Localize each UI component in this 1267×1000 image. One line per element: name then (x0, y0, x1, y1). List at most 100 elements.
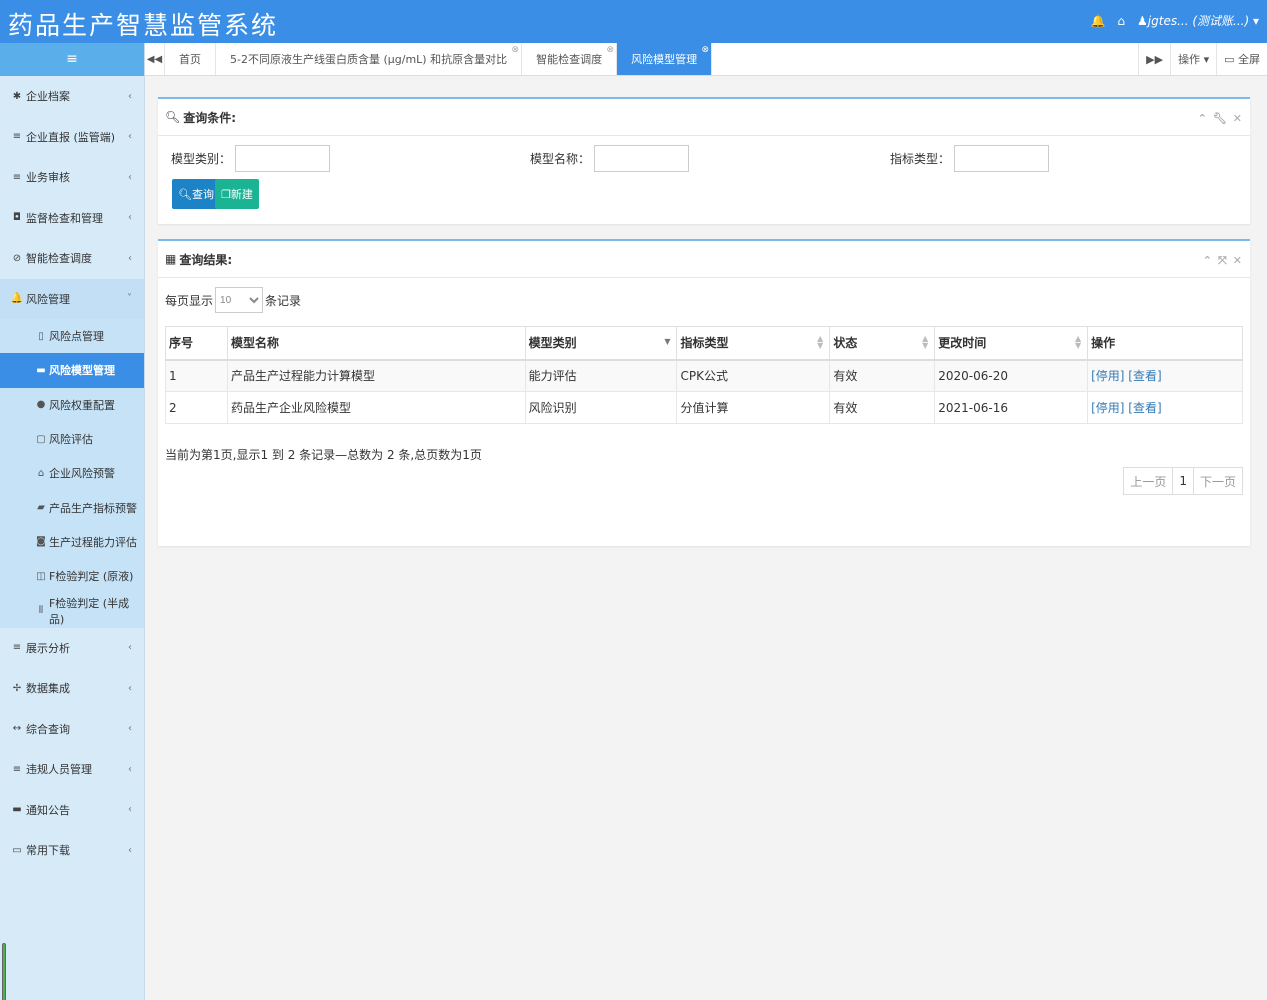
sidebar-subitem-process-capability[interactable]: ◙ 生产过程能力评估 (0, 525, 144, 559)
new-button[interactable]: ❐ 新建 (215, 179, 259, 209)
close-icon[interactable]: ⊗ (512, 45, 520, 55)
col-header-label: 状态 (833, 336, 858, 351)
caret-down-icon: ▾ (1252, 14, 1259, 28)
col-header-indicator[interactable]: 指标类型 ▲ ▼ (676, 326, 831, 361)
col-header-label: 更改时间 (938, 336, 987, 351)
col-header-status[interactable]: 状态 ▲ ▼ (829, 326, 936, 361)
col-header-time[interactable]: 更改时间 ▲ ▼ (934, 326, 1089, 361)
user-name: jgtes... (测试账...) (1147, 14, 1250, 28)
tab-ops-dropdown[interactable]: 操作 ▾ (1170, 43, 1216, 75)
cell-name: 药品生产企业风险模型 (226, 391, 526, 424)
sidebar-subitem-f-test-semi[interactable]: ⦀ F检验判定 (半成品) (0, 593, 144, 627)
sidebar-item-direct-report[interactable]: ≡ 企业直报 (监管端) ‹ (0, 117, 144, 158)
tab-smart-dispatch[interactable]: 智能检查调度 ⊗ (522, 43, 618, 75)
page-number-button[interactable]: 1 (1173, 468, 1194, 494)
chevron-left-icon: ‹ (128, 682, 132, 694)
fullscreen-button[interactable]: ▭ 全屏 (1216, 43, 1267, 75)
cell-indicator: 分值计算 (676, 391, 831, 424)
camera-icon: ◙ (36, 536, 46, 548)
sidebar-item-enterprise-archive[interactable]: ✱ 企业档案 ‹ (0, 76, 144, 117)
sidebar-subitem-label: 风险模型管理 (49, 364, 115, 378)
calendar-icon: ▢ (36, 433, 46, 445)
col-header-label: 操作 (1091, 336, 1116, 351)
query-panel-header: 🔍︎ 查询条件: ⌃ 🔧︎ ✕ (158, 99, 1250, 136)
chevron-left-icon: ‹ (128, 171, 132, 183)
search-button[interactable]: 🔍︎ 查询 (172, 179, 220, 209)
tab-risk-model[interactable]: 风险模型管理 ⊗ (617, 43, 713, 75)
sidebar-subitem-risk-weight[interactable]: ● 风险权重配置 (0, 388, 144, 422)
monitor-icon: ▭ (1224, 52, 1235, 66)
sidebar-item-label: 违规人员管理 (26, 763, 92, 777)
sidebar-subitem-product-warning[interactable]: ▰ 产品生产指标预警 (0, 490, 144, 524)
close-icon[interactable]: ⊗ (607, 45, 615, 55)
sidebar-subitem-f-test-stock[interactable]: ◫ F检验判定 (原液) (0, 559, 144, 593)
sidebar-item-violators[interactable]: ≡ 违规人员管理 ‹ (0, 749, 144, 790)
sidebar-item-analysis[interactable]: ≡ 展示分析 ‹ (0, 628, 144, 669)
collapse-icon[interactable]: ⌃ (1203, 254, 1212, 268)
chevron-left-icon: ‹ (128, 642, 132, 654)
tab-label: 智能检查调度 (536, 53, 603, 66)
list-icon: ≡ (12, 642, 22, 654)
sidebar-item-business-review[interactable]: ≡ 业务审核 ‹ (0, 157, 144, 198)
chevron-left-icon: ‹ (128, 212, 132, 224)
cell-ops: [停用] [查看] (1087, 359, 1243, 392)
sidebar-subitem-label: F检验判定 (原液) (49, 570, 134, 584)
header-actions: 🔔 ⌂ ♟jgtes... (测试账...) ▾ (1090, 12, 1259, 29)
sidebar-subitem-label: F检验判定 (半成品) (48, 596, 130, 626)
field-model-category: 模型类别： (171, 145, 331, 172)
home-icon[interactable]: ⌂ (1117, 14, 1125, 28)
tab-scroll-left-button[interactable]: ◀◀ (145, 43, 165, 75)
tab-home[interactable]: 首页 (165, 43, 216, 75)
sidebar-subitem-enterprise-warning[interactable]: ⌂ 企业风险预警 (0, 456, 144, 490)
model-name-input[interactable] (594, 145, 690, 172)
view-link[interactable]: [查看] (1128, 401, 1161, 415)
asterisk-icon: ✱ (12, 90, 22, 102)
tab-chart-compare[interactable]: 5-2不同原液生产线蛋白质含量 (μg/mL) 和抗原含量对比 ⊗ (216, 43, 523, 75)
result-panel: ▦ 查询结果: ⌃ ⤧ ✕ 每页显示 10 条记录 序号 模型名称 模型类别 ▼ … (158, 239, 1250, 546)
panel-title: 查询结果: (179, 252, 233, 267)
col-header-no[interactable]: 序号 (165, 326, 228, 361)
sidebar-subitem-risk-assessment[interactable]: ▢ 风险评估 (0, 422, 144, 456)
expand-icon[interactable]: ⤧ (1218, 254, 1227, 268)
view-link[interactable]: [查看] (1128, 369, 1161, 383)
disable-link[interactable]: [停用] (1091, 401, 1124, 415)
sidebar-subitem-risk-model[interactable]: ▬ 风险模型管理 (0, 353, 144, 388)
tab-scroll-right-button[interactable]: ▶▶ (1138, 43, 1170, 75)
pagination-info: 当前为第1页,显示1 到 2 条记录—总数为 2 条,总页数为1页 (165, 448, 482, 462)
sidebar-subitem-risk-point[interactable]: ▯ 风险点管理 (0, 319, 144, 353)
cell-category: 风险识别 (524, 391, 678, 424)
disable-link[interactable]: [停用] (1091, 369, 1124, 383)
sidebar-item-inspection[interactable]: ◘ 监督检查和管理 ‹ (0, 198, 144, 239)
cell-ops: [停用] [查看] (1087, 391, 1243, 424)
sidebar-scroll-handle[interactable] (2, 943, 6, 1000)
close-icon[interactable]: ✕ (1233, 254, 1242, 268)
close-icon[interactable]: ⊗ (702, 45, 710, 55)
sidebar-item-risk-management[interactable]: 🔔 风险管理 ˅ (0, 278, 144, 319)
indicator-type-input[interactable] (954, 145, 1050, 172)
chevron-left-icon: ‹ (128, 252, 132, 264)
sidebar-toggle[interactable]: ≡ (0, 43, 144, 76)
sidebar-item-smart-dispatch[interactable]: ⊘ 智能检查调度 ‹ (0, 238, 144, 279)
model-category-input[interactable] (235, 145, 331, 172)
col-header-name[interactable]: 模型名称 (226, 326, 526, 361)
sidebar-subitem-label: 风险评估 (49, 433, 93, 447)
sidebar-item-query[interactable]: ↔ 综合查询 ‹ (0, 709, 144, 750)
save-icon: ◫ (36, 570, 46, 582)
cell-name: 产品生产过程能力计算模型 (226, 359, 526, 392)
prev-page-button[interactable]: 上一页 (1124, 468, 1174, 494)
collapse-icon[interactable]: ⌃ (1198, 112, 1207, 125)
sidebar-item-data-integration[interactable]: ✢ 数据集成 ‹ (0, 668, 144, 709)
sidebar-item-downloads[interactable]: ▭ 常用下载 ‹ (0, 830, 144, 871)
sidebar-item-label: 智能检查调度 (26, 252, 92, 266)
bookmark-icon: ▯ (38, 330, 44, 342)
home-icon: ⌂ (37, 467, 45, 479)
next-page-button[interactable]: 下一页 (1194, 468, 1242, 494)
user-menu[interactable]: ♟jgtes... (测试账...) ▾ (1137, 12, 1259, 29)
sidebar-subitem-label: 产品生产指标预警 (49, 501, 137, 515)
wrench-icon[interactable]: 🔧︎ (1213, 112, 1227, 125)
bell-icon[interactable]: 🔔 (1090, 14, 1105, 28)
sidebar-item-notices[interactable]: ▬ 通知公告 ‹ (0, 790, 144, 831)
col-header-category[interactable]: 模型类别 ▼ (524, 326, 678, 361)
close-icon[interactable]: ✕ (1233, 112, 1242, 125)
page-size-select[interactable]: 10 (215, 287, 264, 313)
